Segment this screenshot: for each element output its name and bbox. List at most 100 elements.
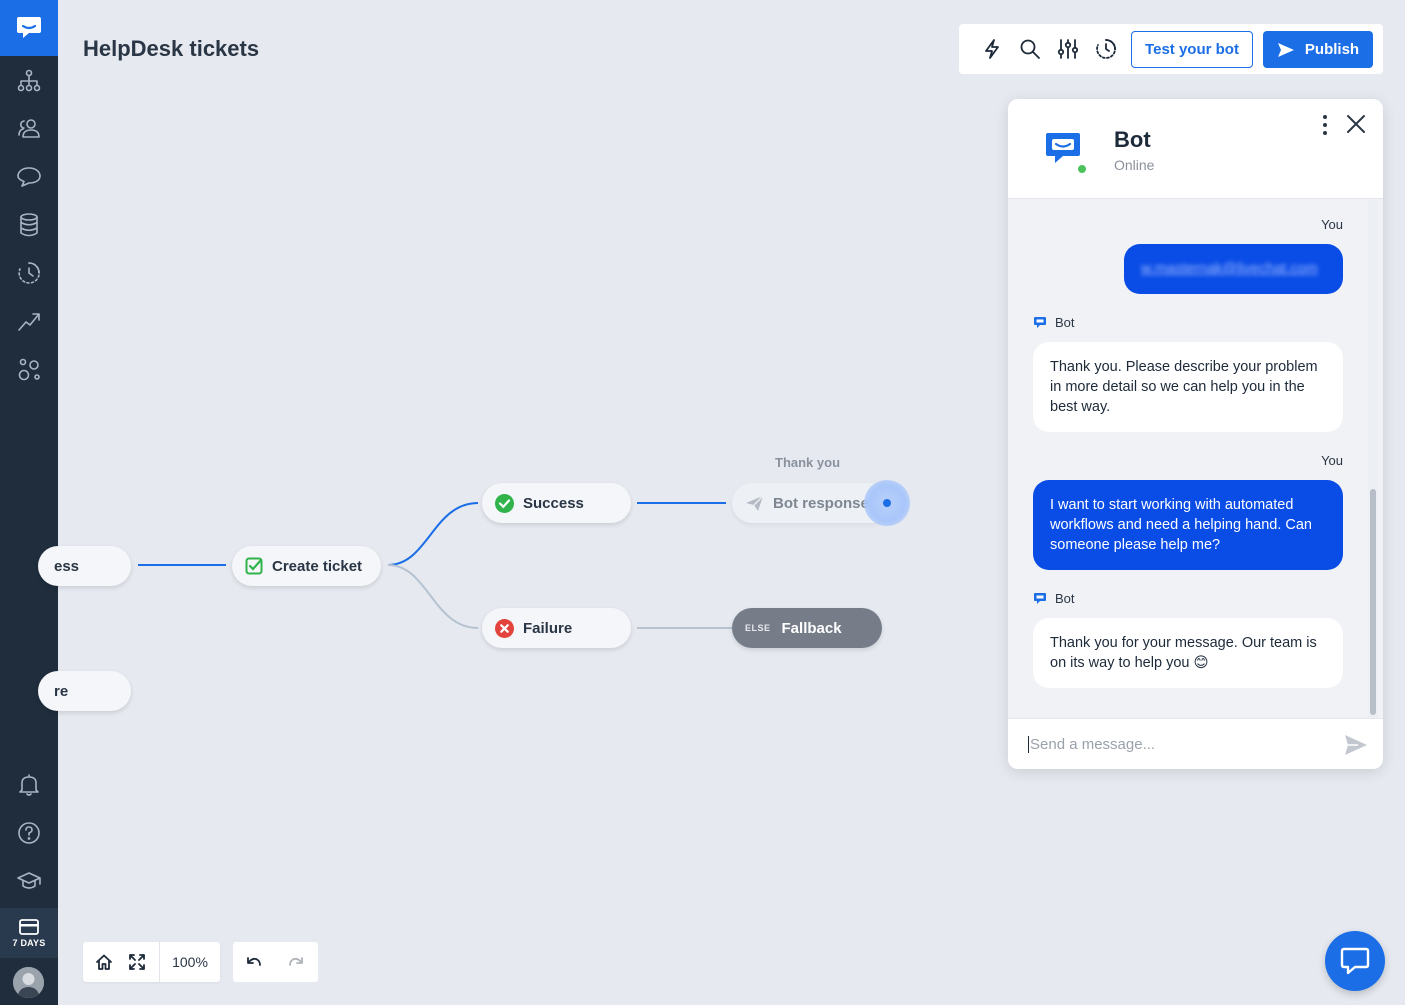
trial-days-label: 7 DAYS xyxy=(12,937,46,948)
search-icon xyxy=(1020,39,1040,59)
more-options-button[interactable] xyxy=(1313,113,1333,137)
history-button[interactable] xyxy=(1087,30,1125,68)
message-bubble-user: I want to start working with automated w… xyxy=(1033,480,1343,570)
user-avatar[interactable] xyxy=(13,967,44,998)
send-message-button[interactable] xyxy=(1344,734,1368,756)
publish-button[interactable]: Publish xyxy=(1263,31,1373,68)
node-partial-success[interactable]: ess xyxy=(38,546,131,586)
lightning-icon xyxy=(985,39,999,59)
node-label: Bot response xyxy=(773,494,869,512)
bot-mini-icon xyxy=(1034,593,1046,604)
avatar-image xyxy=(13,967,44,998)
sidebar-item-integrations[interactable] xyxy=(0,345,58,393)
handle-dot xyxy=(883,499,891,507)
bot-mini-icon xyxy=(1034,317,1046,328)
chat-header: Bot Online xyxy=(1008,99,1383,199)
test-your-bot-button[interactable]: Test your bot xyxy=(1131,31,1253,68)
message-text: w.masternak@livechat.com xyxy=(1141,261,1318,277)
message-sender-row: Bot xyxy=(1033,591,1075,606)
close-icon xyxy=(1347,115,1365,133)
sidebar-item-reports[interactable] xyxy=(0,297,58,345)
node-failure[interactable]: Failure xyxy=(482,608,631,648)
quick-actions-button[interactable] xyxy=(973,30,1011,68)
message-bubble-bot: Thank you. Please describe your problem … xyxy=(1033,342,1343,432)
livechat-logo-icon xyxy=(17,17,41,38)
home-icon xyxy=(95,954,112,970)
sidebar-item-flows[interactable] xyxy=(0,57,58,105)
node-label: Create ticket xyxy=(272,557,363,575)
publish-label: Publish xyxy=(1304,41,1360,58)
message-text: I want to start working with automated w… xyxy=(1050,497,1312,553)
test-chat-widget: Bot Online You w.masternak@livechat.com … xyxy=(1008,99,1383,769)
message-text: Thank you for your message. Our team is … xyxy=(1050,635,1317,671)
message-bubble-user: w.masternak@livechat.com xyxy=(1124,244,1343,294)
undo-icon xyxy=(247,957,261,966)
flow-canvas[interactable]: ess re Create ticket Success Failure Tha… xyxy=(38,90,998,930)
redo-button[interactable] xyxy=(275,942,317,982)
credit-card-icon xyxy=(19,918,39,935)
users-icon xyxy=(18,119,40,138)
message-list: You w.masternak@livechat.com Bot Thank y… xyxy=(1008,200,1383,718)
sidebar-item-chats[interactable] xyxy=(0,153,58,201)
node-label: Failure xyxy=(523,619,573,637)
ticket-check-icon xyxy=(245,557,263,575)
node-label: Success xyxy=(523,494,584,512)
zoom-level[interactable]: 100% xyxy=(160,954,220,970)
chat-launcher-icon xyxy=(1340,947,1370,975)
message-composer xyxy=(1008,718,1383,769)
history-controls xyxy=(233,942,318,982)
trending-up-icon xyxy=(18,313,40,331)
sidebar-item-audience[interactable] xyxy=(0,105,58,153)
expand-icon xyxy=(128,954,145,970)
history-icon xyxy=(1096,39,1116,59)
message-sender: Bot xyxy=(1055,591,1075,606)
node-fallback[interactable]: ELSE Fallback xyxy=(732,608,882,648)
node-connector-handle[interactable] xyxy=(864,480,910,526)
chat-bubble-icon xyxy=(17,167,41,187)
message-sender: You xyxy=(1321,217,1343,232)
node-label: ess xyxy=(54,557,80,575)
more-vertical-icon xyxy=(1323,115,1327,135)
message-input[interactable] xyxy=(1028,735,1328,753)
success-check-icon xyxy=(495,493,514,513)
node-success[interactable]: Success xyxy=(482,483,631,523)
bell-icon xyxy=(19,774,39,796)
sidebar-item-help[interactable] xyxy=(0,809,58,857)
node-create-ticket[interactable]: Create ticket xyxy=(232,546,381,586)
settings-button[interactable] xyxy=(1049,30,1087,68)
app-logo[interactable] xyxy=(0,0,58,56)
node-partial-failure[interactable]: re xyxy=(38,671,131,711)
failure-x-icon xyxy=(495,618,514,638)
center-view-button[interactable] xyxy=(87,942,120,982)
sidebar-item-academy[interactable] xyxy=(0,857,58,905)
close-chat-button[interactable] xyxy=(1344,112,1368,136)
node-label: re xyxy=(54,682,69,700)
fullscreen-button[interactable] xyxy=(120,942,153,982)
message-sender-row: Bot xyxy=(1033,315,1075,330)
academy-icon xyxy=(17,872,41,889)
chat-launcher-button[interactable] xyxy=(1325,931,1385,991)
undo-button[interactable] xyxy=(233,942,275,982)
help-icon xyxy=(18,822,40,844)
integrations-icon xyxy=(18,358,40,381)
sidebar-item-data[interactable] xyxy=(0,201,58,249)
billing-trial-button[interactable]: 7 DAYS xyxy=(0,908,58,958)
message-sender: Bot xyxy=(1055,315,1075,330)
sliders-icon xyxy=(1057,39,1079,59)
history-icon xyxy=(18,262,40,284)
page-title: HelpDesk tickets xyxy=(83,36,260,61)
sidebar-item-notifications[interactable] xyxy=(0,761,58,809)
sitemap-icon xyxy=(17,69,41,92)
send-icon xyxy=(1277,42,1294,57)
bot-name: Bot xyxy=(1114,127,1151,152)
sidebar: 7 DAYS xyxy=(0,0,58,1005)
node-caption-thank-you: Thank you xyxy=(775,455,841,470)
message-bubble-bot: Thank you for your message. Our team is … xyxy=(1033,618,1343,688)
message-sender: You xyxy=(1321,453,1343,468)
search-button[interactable] xyxy=(1011,30,1049,68)
bot-avatar-icon xyxy=(1046,133,1080,163)
toolbar: Test your bot Publish xyxy=(959,24,1383,74)
online-status-dot xyxy=(1076,163,1088,175)
else-tag: ELSE xyxy=(745,623,771,633)
sidebar-item-history[interactable] xyxy=(0,249,58,297)
